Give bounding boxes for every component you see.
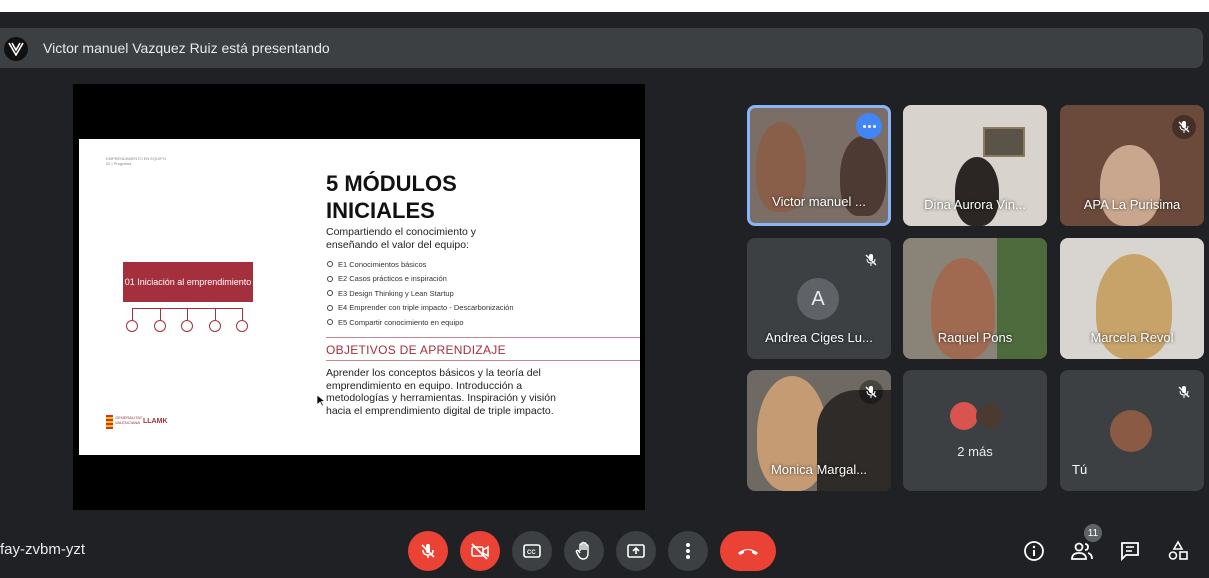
participant-tile-andrea[interactable]: A Andrea Ciges Lu... xyxy=(747,238,891,359)
svg-text:CC: CC xyxy=(527,550,536,556)
participant-tile-monica[interactable]: Monica Margal... xyxy=(747,370,891,491)
participant-video xyxy=(1100,145,1160,226)
mic-off-icon xyxy=(859,248,883,272)
participant-avatar xyxy=(976,402,1004,430)
browser-top-strip xyxy=(0,0,1209,12)
chat-icon xyxy=(1121,542,1139,562)
slide-title: 5 MÓDULOS INICIALES xyxy=(326,171,457,223)
module-circle xyxy=(236,320,248,332)
more-options-button[interactable] xyxy=(668,531,708,571)
participant-name: Andrea Ciges Lu... xyxy=(765,330,873,345)
participant-tile-raquel[interactable]: Raquel Pons xyxy=(903,238,1047,359)
more-participants-label: 2 más xyxy=(957,444,993,459)
people-count-badge: 11 xyxy=(1084,524,1102,542)
generalitat-logo: GENERALITAT VALENCIANA xyxy=(106,415,142,429)
slide-bullet: E5 Compartir conocimiento en equipo xyxy=(327,315,514,330)
participant-name: Dina Aurora Vin... xyxy=(924,197,1026,212)
connector-line xyxy=(132,308,133,320)
end-call-icon xyxy=(738,549,758,555)
slide-bullet: E3 Design Thinking y Lean Startup xyxy=(327,286,514,301)
present-button[interactable] xyxy=(616,531,656,571)
participant-avatar: A xyxy=(797,278,839,320)
generalitat-emblem-icon xyxy=(106,415,113,429)
divider xyxy=(326,337,640,338)
participant-name: Tú xyxy=(1072,462,1088,477)
participant-video xyxy=(955,157,999,226)
raise-hand-button[interactable] xyxy=(564,531,604,571)
slide-header-small-2: 02 | Programa xyxy=(106,161,132,166)
participant-name: Monica Margal... xyxy=(770,462,868,477)
activities-button[interactable] xyxy=(1165,538,1191,564)
participant-name: Marcela Revol xyxy=(1090,330,1174,345)
more-options-icon xyxy=(686,543,690,559)
participant-tile-marcela[interactable]: Marcela Revol xyxy=(1060,238,1204,359)
presenter-avatar xyxy=(4,37,28,61)
present-icon xyxy=(627,544,645,558)
module-box: 01 Iniciación al emprendimiento xyxy=(123,262,253,302)
participant-tile-victor[interactable]: Victor manuel ... xyxy=(747,105,891,226)
participant-tile-self[interactable]: Tú xyxy=(1060,370,1204,491)
participant-tile-apa[interactable]: APA La Purisima xyxy=(1060,105,1204,226)
presenting-text: Victor manuel Vazquez Ruiz está presenta… xyxy=(43,40,330,56)
slide-bullet-list: E1 Conocimientos básicos E2 Casos prácti… xyxy=(327,257,514,330)
mic-off-icon xyxy=(1172,115,1196,139)
mic-off-icon xyxy=(859,380,883,404)
objectives-heading: OBJETIVOS DE APRENDIZAJE xyxy=(326,343,506,357)
objectives-body: Aprender los conceptos básicos y la teor… xyxy=(326,367,556,417)
slide-bullet: E2 Casos prácticos e inspiración xyxy=(327,272,514,287)
llamk-logo: LLAMK xyxy=(143,418,168,425)
info-icon xyxy=(1024,541,1044,561)
presentation-slide: EMPRENDIMIENTO EN EQUIPO 02 | Programa 5… xyxy=(79,139,640,455)
mic-toggle-button[interactable] xyxy=(408,531,448,571)
module-circle xyxy=(154,320,166,332)
leave-call-button[interactable] xyxy=(720,531,776,571)
people-icon xyxy=(1071,542,1093,560)
slide-bullet: E4 Emprender con triple impacto - Descar… xyxy=(327,301,514,316)
meeting-info-button[interactable] xyxy=(1021,538,1047,564)
mic-off-icon xyxy=(1172,380,1196,404)
slide-subtitle: Compartiendo el conocimiento y enseñando… xyxy=(326,226,476,251)
captions-icon: CC xyxy=(523,544,541,558)
divider xyxy=(326,360,640,361)
picture-frame xyxy=(983,127,1025,157)
activities-icon xyxy=(1168,540,1188,560)
mic-off-icon xyxy=(421,544,435,558)
connector-line xyxy=(187,308,188,320)
chat-button[interactable] xyxy=(1117,538,1143,564)
more-options-icon[interactable] xyxy=(856,113,882,139)
module-circle xyxy=(126,320,138,332)
participant-avatar xyxy=(1110,410,1152,452)
participant-avatar xyxy=(950,402,978,430)
connector-line xyxy=(242,308,243,320)
connector-line xyxy=(215,308,216,320)
module-circle xyxy=(181,320,193,332)
camera-toggle-button[interactable] xyxy=(460,531,500,571)
connector-line xyxy=(160,308,161,320)
meeting-code: fay-zvbm-yzt xyxy=(0,541,86,558)
participant-name: Victor manuel ... xyxy=(772,194,866,209)
mouse-cursor-icon xyxy=(316,394,326,407)
module-circle xyxy=(209,320,221,332)
raise-hand-icon xyxy=(575,541,589,560)
camera-off-icon xyxy=(471,543,489,560)
participant-name: APA La Purisima xyxy=(1083,197,1181,212)
participant-name: Raquel Pons xyxy=(937,330,1013,345)
participant-tile-dina[interactable]: Dina Aurora Vin... xyxy=(903,105,1047,226)
slide-bullet: E1 Conocimientos básicos xyxy=(327,257,514,272)
captions-button[interactable]: CC xyxy=(512,531,552,571)
participant-tile-more[interactable]: 2 más xyxy=(903,370,1047,491)
